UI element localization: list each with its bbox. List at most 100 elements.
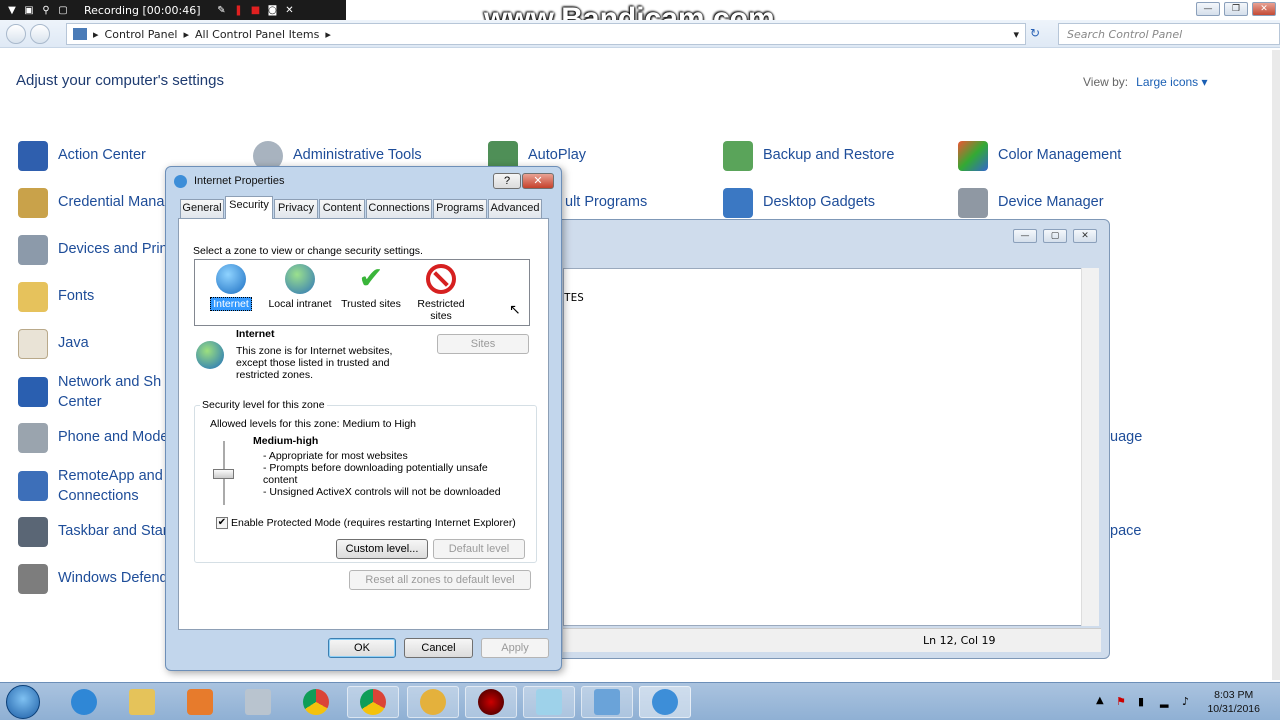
start-button[interactable] (6, 685, 40, 719)
cp-item-backup-restore[interactable]: Backup and Restore (723, 141, 894, 171)
refresh-icon[interactable]: ↻ (1030, 26, 1040, 40)
back-button[interactable] (6, 24, 26, 44)
breadcrumb-control-panel[interactable]: Control Panel (105, 28, 178, 41)
tab-privacy[interactable]: Privacy (274, 199, 318, 218)
view-by-dropdown[interactable]: Large icons (1136, 75, 1198, 89)
cp-item-credential-manager[interactable]: Credential Mana (18, 188, 164, 218)
taskbar-notepad[interactable] (523, 686, 575, 718)
cp-item-label: pace (1110, 523, 1142, 540)
minimize-button[interactable]: — (1196, 2, 1220, 16)
close-button[interactable]: ✕ (1073, 229, 1097, 243)
tab-content[interactable]: Content (319, 199, 365, 218)
pencil-icon[interactable]: ✎ (216, 4, 228, 16)
tab-connections[interactable]: Connections (366, 199, 432, 218)
help-button[interactable]: ? (493, 173, 521, 189)
cp-item-label: Administrative Tools (293, 147, 422, 164)
clock[interactable]: 8:03 PM 10/31/2016 (1207, 688, 1260, 716)
cp-item-label: Fonts (58, 288, 95, 305)
cp-item-java[interactable]: Java (18, 329, 89, 359)
cp-item-label: ult Programs (565, 194, 648, 211)
zone-restricted-sites[interactable]: Restricted sites (405, 264, 477, 322)
text-area[interactable]: TES (563, 268, 1091, 626)
apply-button[interactable]: Apply (481, 638, 549, 658)
flag-icon (18, 141, 48, 171)
minimize-button[interactable]: — (1013, 229, 1037, 243)
tab-advanced[interactable]: Advanced (488, 199, 542, 218)
action-center-icon[interactable]: ⚑ (1116, 695, 1126, 708)
pause-icon[interactable]: ❚ (233, 4, 245, 16)
taskbar-calculator[interactable] (232, 686, 284, 718)
network-icon[interactable]: ▂ (1160, 695, 1168, 708)
zone-local-intranet[interactable]: Local intranet (264, 264, 336, 310)
level-bullet: - Appropriate for most websites (263, 450, 408, 462)
security-level-slider[interactable] (213, 469, 234, 479)
search-icon[interactable]: ⚲ (40, 4, 52, 16)
phone-icon (18, 423, 48, 453)
taskbar-explorer[interactable] (116, 686, 168, 718)
backup-icon (723, 141, 753, 171)
window-icon[interactable]: ▣ (23, 4, 35, 16)
vertical-scrollbar[interactable] (1081, 268, 1099, 626)
cp-item-network-sharing[interactable]: Network and Sh Center (18, 373, 161, 411)
taskbar-internet-properties[interactable] (639, 686, 691, 718)
ok-button[interactable]: OK (328, 638, 396, 658)
stop-icon[interactable]: ■ (250, 4, 262, 16)
cp-item-devices-printers[interactable]: Devices and Prin (18, 235, 168, 265)
reset-all-zones-button[interactable]: Reset all zones to default level (349, 570, 531, 590)
tab-general[interactable]: General (180, 199, 224, 218)
tab-programs[interactable]: Programs (433, 199, 487, 218)
cp-item-remoteapp[interactable]: RemoteApp and Connections (18, 467, 163, 505)
taskbar-control-panel[interactable] (581, 686, 633, 718)
fullscreen-icon[interactable]: ▢ (57, 4, 69, 16)
cp-item-device-manager[interactable]: Device Manager (958, 188, 1104, 218)
cp-item-region-language[interactable]: uage (1110, 423, 1142, 453)
maximize-button[interactable]: ❐ (1224, 2, 1248, 16)
forward-button[interactable] (30, 24, 50, 44)
restricted-icon (426, 264, 456, 294)
volume-icon[interactable]: ♪ (1182, 695, 1189, 708)
page-scrollbar[interactable] (1272, 50, 1280, 680)
remoteapp-icon (18, 471, 48, 501)
cp-item-label: Credential Mana (58, 194, 165, 211)
maximize-button[interactable]: ▢ (1043, 229, 1067, 243)
default-level-button[interactable]: Default level (433, 539, 525, 559)
chevron-down-icon[interactable]: ▾ (1198, 75, 1208, 89)
show-hidden-icons[interactable]: ▲ (1096, 695, 1104, 706)
cp-item-workspace[interactable]: pace (1110, 517, 1141, 547)
cp-item-fonts[interactable]: Fonts (18, 282, 94, 312)
calculator-icon (245, 689, 271, 715)
zone-internet[interactable]: Internet (195, 264, 267, 311)
protected-mode-checkbox[interactable]: ✔ (216, 517, 228, 529)
cp-item-desktop-gadgets[interactable]: Desktop Gadgets (723, 188, 875, 218)
cancel-button[interactable]: Cancel (404, 638, 473, 658)
zone-trusted-sites[interactable]: ✔ Trusted sites (335, 264, 407, 311)
close-button[interactable]: ✕ (522, 173, 554, 189)
search-input[interactable]: Search Control Panel (1058, 23, 1280, 45)
camera-icon[interactable]: ◙ (267, 4, 279, 16)
dropdown-icon[interactable]: ▼ (6, 4, 18, 16)
address-bar[interactable]: ▸ Control Panel ▸ All Control Panel Item… (66, 23, 1026, 45)
cp-item-default-programs[interactable]: ult Programs (565, 188, 647, 218)
cp-item-action-center[interactable]: Action Center (18, 141, 146, 171)
chevron-down-icon[interactable]: ▾ (1013, 28, 1019, 41)
cp-item-windows-defender[interactable]: Windows Defend (18, 564, 168, 594)
cp-item-color-management[interactable]: Color Management (958, 141, 1121, 171)
printer-icon (18, 235, 48, 265)
sites-button[interactable]: Sites (437, 334, 529, 354)
taskbar-media[interactable] (174, 686, 226, 718)
cp-item-taskbar[interactable]: Taskbar and Star (18, 517, 168, 547)
close-icon[interactable]: ✕ (284, 4, 296, 16)
taskbar-chrome[interactable] (290, 686, 342, 718)
cp-item-phone-modem[interactable]: Phone and Mode (18, 423, 168, 453)
level-bullet: - Unsigned ActiveX controls will not be … (263, 486, 501, 498)
close-button[interactable]: ✕ (1252, 2, 1276, 16)
breadcrumb-all-items[interactable]: All Control Panel Items (195, 28, 319, 41)
custom-level-button[interactable]: Custom level... (336, 539, 428, 559)
taskbar-app[interactable] (407, 686, 459, 718)
taskbar-chrome-running[interactable] (347, 686, 399, 718)
taskbar-bandicam[interactable] (465, 686, 517, 718)
clock-time: 8:03 PM (1214, 689, 1254, 701)
taskbar-ie[interactable] (58, 686, 110, 718)
power-icon[interactable]: ▮ (1138, 695, 1144, 708)
tab-security[interactable]: Security (225, 196, 273, 219)
